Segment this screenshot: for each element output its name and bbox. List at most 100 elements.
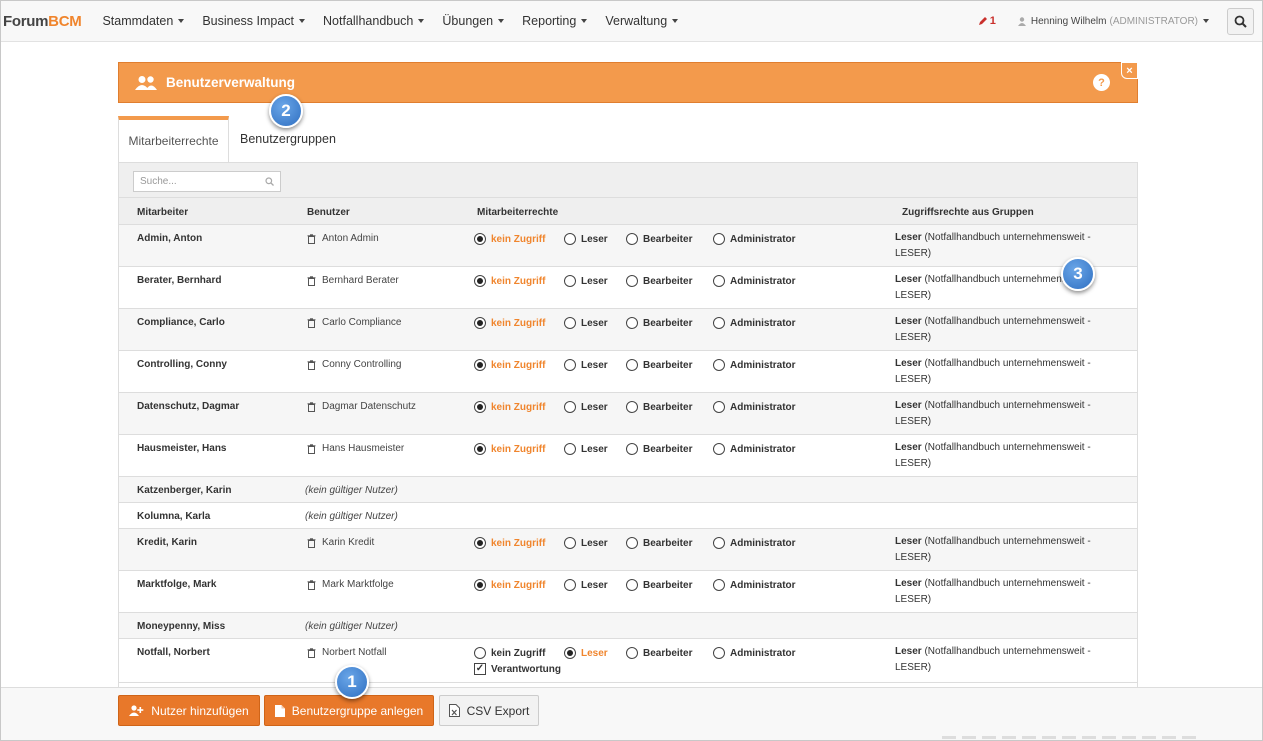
radio-button[interactable] (626, 359, 638, 371)
tab-mitarbeiterrechte[interactable]: Mitarbeiterrechte (118, 116, 229, 162)
radio-button[interactable] (713, 579, 725, 591)
radio-administrator[interactable]: Administrator (713, 401, 796, 413)
radio-kein-zugriff[interactable]: kein Zugriff (474, 317, 545, 329)
trash-icon[interactable] (307, 233, 316, 244)
nav-reporting[interactable]: Reporting (522, 14, 588, 28)
radio-button[interactable] (626, 317, 638, 329)
radio-button[interactable] (564, 233, 576, 245)
radio-kein-zugriff[interactable]: kein Zugriff (474, 647, 545, 659)
radio-leser[interactable]: Leser (564, 275, 608, 287)
radio-button[interactable] (564, 359, 576, 371)
radio-leser[interactable]: Leser (564, 401, 608, 413)
radio-button[interactable] (564, 443, 576, 455)
user-menu[interactable]: Henning Wilhelm (ADMINISTRATOR) (1017, 16, 1209, 27)
trash-icon[interactable] (307, 647, 316, 658)
radio-button[interactable] (626, 233, 638, 245)
radio-bearbeiter[interactable]: Bearbeiter (626, 443, 692, 455)
radio-button[interactable] (564, 537, 576, 549)
radio-button[interactable] (474, 233, 486, 245)
radio-leser[interactable]: Leser (564, 233, 608, 245)
radio-button[interactable] (564, 401, 576, 413)
nav-stammdaten[interactable]: Stammdaten (102, 14, 185, 28)
radio-button[interactable] (474, 317, 486, 329)
column-header-mitarbeiter[interactable]: Mitarbeiter (137, 207, 188, 218)
radio-bearbeiter[interactable]: Bearbeiter (626, 359, 692, 371)
radio-button[interactable] (474, 359, 486, 371)
radio-bearbeiter[interactable]: Bearbeiter (626, 317, 692, 329)
radio-button[interactable] (626, 579, 638, 591)
radio-kein-zugriff[interactable]: kein Zugriff (474, 233, 545, 245)
radio-button[interactable] (564, 317, 576, 329)
radio-bearbeiter[interactable]: Bearbeiter (626, 401, 692, 413)
verantwortung-checkbox[interactable]: ✓ Verantwortung (474, 663, 561, 675)
trash-icon[interactable] (307, 275, 316, 286)
radio-button[interactable] (474, 579, 486, 591)
radio-button[interactable] (713, 647, 725, 659)
nav-notfallhandbuch[interactable]: Notfallhandbuch (323, 14, 425, 28)
radio-administrator[interactable]: Administrator (713, 647, 796, 659)
column-header-benutzer[interactable]: Benutzer (307, 207, 350, 218)
radio-leser[interactable]: Leser (564, 647, 608, 659)
radio-button[interactable] (713, 233, 725, 245)
radio-button[interactable] (713, 317, 725, 329)
trash-icon[interactable] (307, 317, 316, 328)
radio-button[interactable] (474, 443, 486, 455)
trash-icon[interactable] (307, 443, 316, 454)
add-group-button[interactable]: Benutzergruppe anlegen (264, 695, 434, 726)
global-search-button[interactable] (1227, 7, 1254, 35)
nav-verwaltung[interactable]: Verwaltung (605, 14, 679, 28)
radio-administrator[interactable]: Administrator (713, 317, 796, 329)
radio-administrator[interactable]: Administrator (713, 579, 796, 591)
radio-bearbeiter[interactable]: Bearbeiter (626, 647, 692, 659)
nav-uebungen[interactable]: Übungen (442, 14, 505, 28)
radio-button[interactable] (564, 647, 576, 659)
radio-button[interactable] (564, 275, 576, 287)
radio-administrator[interactable]: Administrator (713, 537, 796, 549)
radio-button[interactable] (474, 401, 486, 413)
radio-button[interactable] (626, 647, 638, 659)
radio-kein-zugriff[interactable]: kein Zugriff (474, 537, 545, 549)
search-input[interactable] (133, 171, 281, 192)
radio-leser[interactable]: Leser (564, 537, 608, 549)
radio-button[interactable] (626, 275, 638, 287)
radio-kein-zugriff[interactable]: kein Zugriff (474, 359, 545, 371)
csv-export-button[interactable]: CSV Export (439, 695, 539, 726)
radio-button[interactable] (713, 401, 725, 413)
radio-kein-zugriff[interactable]: kein Zugriff (474, 443, 545, 455)
radio-button[interactable] (713, 275, 725, 287)
radio-bearbeiter[interactable]: Bearbeiter (626, 537, 692, 549)
trash-icon[interactable] (307, 579, 316, 590)
radio-leser[interactable]: Leser (564, 579, 608, 591)
brand-logo[interactable]: ForumBCM (3, 13, 82, 30)
radio-bearbeiter[interactable]: Bearbeiter (626, 579, 692, 591)
radio-bearbeiter[interactable]: Bearbeiter (626, 233, 692, 245)
radio-kein-zugriff[interactable]: kein Zugriff (474, 401, 545, 413)
radio-button[interactable] (474, 537, 486, 549)
trash-icon[interactable] (307, 401, 316, 412)
radio-administrator[interactable]: Administrator (713, 233, 796, 245)
radio-button[interactable] (626, 401, 638, 413)
trash-icon[interactable] (307, 537, 316, 548)
radio-button[interactable] (713, 359, 725, 371)
radio-administrator[interactable]: Administrator (713, 443, 796, 455)
radio-button[interactable] (474, 275, 486, 287)
radio-button[interactable] (626, 537, 638, 549)
radio-kein-zugriff[interactable]: kein Zugriff (474, 579, 545, 591)
add-user-button[interactable]: Nutzer hinzufügen (118, 695, 260, 726)
radio-administrator[interactable]: Administrator (713, 275, 796, 287)
radio-button[interactable] (626, 443, 638, 455)
checkmark-icon[interactable]: ✓ (474, 663, 486, 675)
notification-indicator[interactable]: 1 (978, 15, 996, 27)
radio-kein-zugriff[interactable]: kein Zugriff (474, 275, 545, 287)
radio-administrator[interactable]: Administrator (713, 359, 796, 371)
radio-bearbeiter[interactable]: Bearbeiter (626, 275, 692, 287)
radio-button[interactable] (713, 537, 725, 549)
radio-button[interactable] (474, 647, 486, 659)
nav-business-impact[interactable]: Business Impact (202, 14, 306, 28)
radio-leser[interactable]: Leser (564, 359, 608, 371)
close-icon[interactable]: × (1121, 62, 1138, 79)
trash-icon[interactable] (307, 359, 316, 370)
radio-button[interactable] (564, 579, 576, 591)
radio-button[interactable] (713, 443, 725, 455)
radio-leser[interactable]: Leser (564, 317, 608, 329)
